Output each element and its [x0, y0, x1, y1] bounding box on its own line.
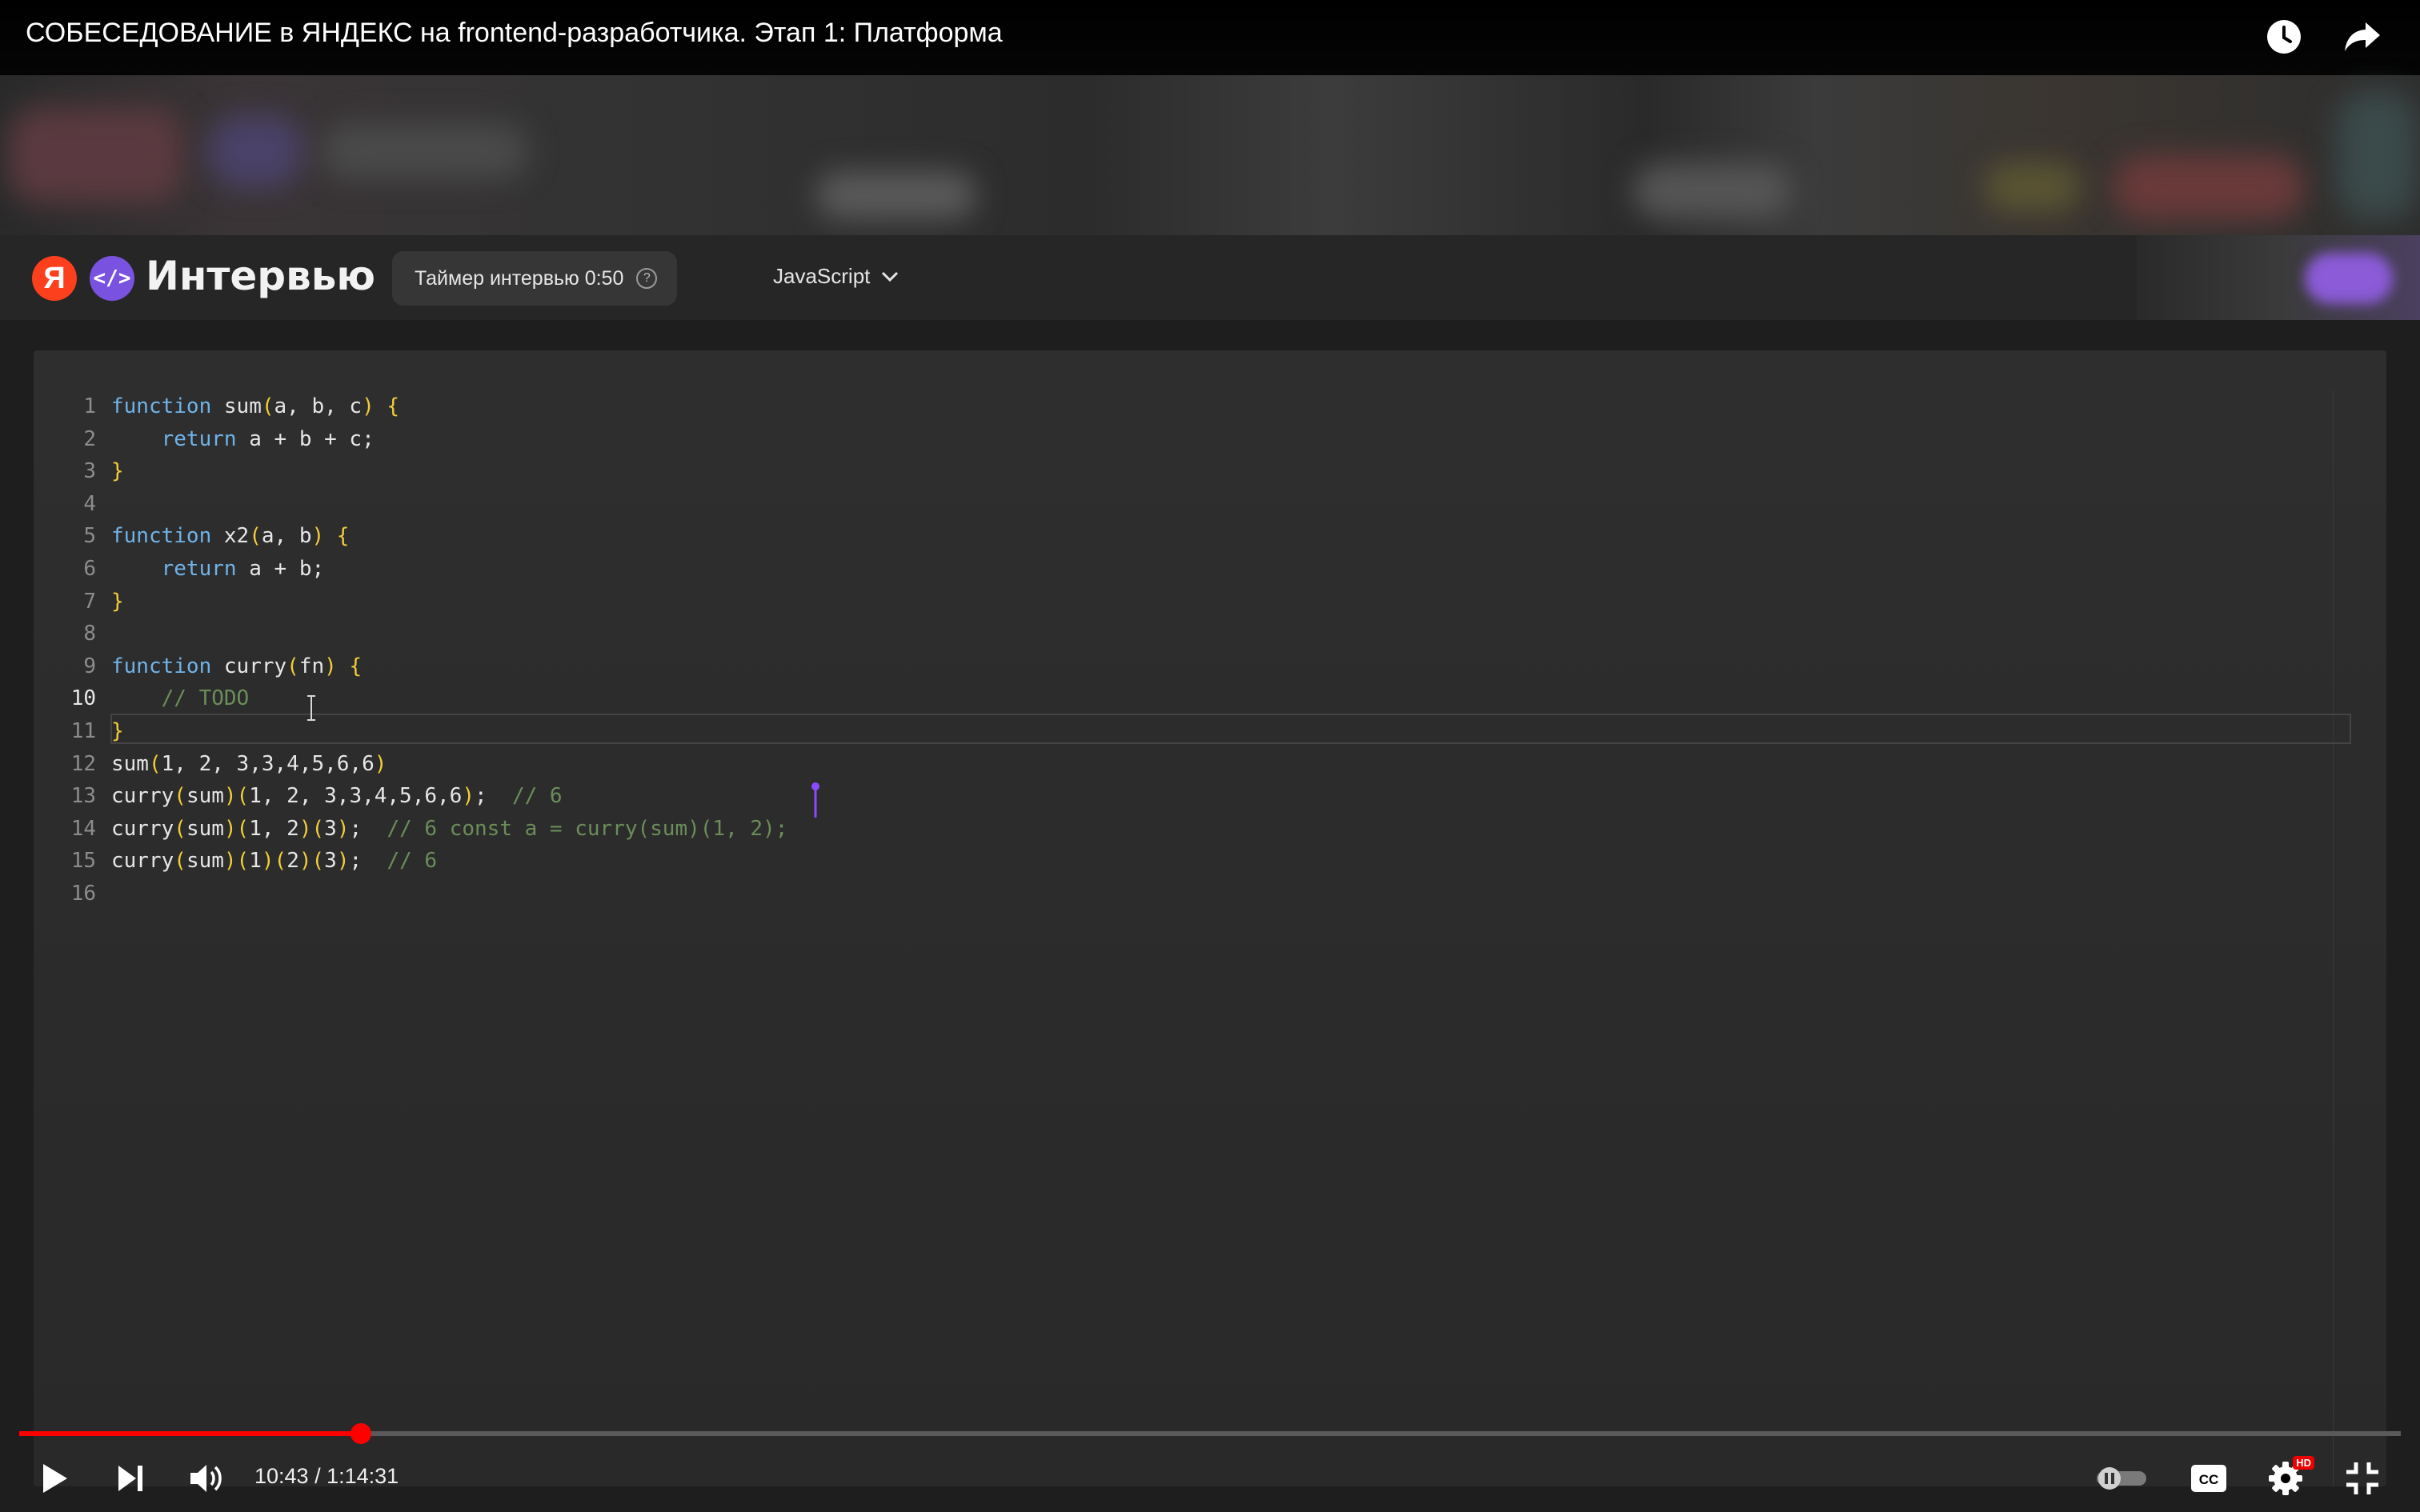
code-text[interactable]: function sum(a, b, c) {	[111, 390, 399, 423]
app-header: Я </> Интервью Таймер интервью 0:50 ? Ja…	[0, 235, 2420, 320]
line-number: 15	[70, 849, 96, 874]
workspace: 1 function sum(a, b, c) {2 return a + b +…	[0, 320, 2420, 1512]
line-number: 4	[83, 491, 96, 516]
line-number: 10	[70, 686, 96, 711]
code-line[interactable]: 11}	[34, 715, 2386, 748]
app-name: Интервью	[146, 253, 375, 299]
hd-badge: HD	[2293, 1456, 2314, 1470]
volume-icon[interactable]	[182, 1454, 230, 1502]
clock-icon[interactable]	[2262, 14, 2306, 59]
exit-fullscreen-icon[interactable]	[2338, 1454, 2386, 1502]
line-number: 13	[70, 784, 96, 809]
code-lines[interactable]: 1 function sum(a, b, c) {2 return a + b +…	[34, 390, 2386, 910]
player-controls: 10:43 / 1:14:31 CC HD	[0, 1440, 2420, 1512]
code-text[interactable]: function x2(a, b) {	[111, 520, 349, 553]
line-number: 7	[83, 589, 96, 614]
interview-timer: Таймер интервью 0:50 ?	[392, 251, 677, 306]
line-number: 1	[83, 394, 96, 418]
line-number: 6	[83, 556, 96, 581]
next-icon[interactable]	[107, 1454, 155, 1502]
line-number: 8	[83, 622, 96, 646]
blurred-video-strip	[0, 75, 2420, 235]
code-text[interactable]: // TODO	[111, 682, 250, 715]
help-icon[interactable]: ?	[636, 268, 658, 289]
code-line[interactable]: 10 // TODO	[34, 682, 2386, 715]
svg-text:CC: CC	[2199, 1472, 2219, 1487]
code-logo-icon: </>	[90, 256, 134, 301]
autoplay-toggle[interactable]	[2093, 1454, 2150, 1502]
code-line[interactable]: 3}	[34, 455, 2386, 488]
code-line[interactable]: 16	[34, 878, 2386, 910]
code-line[interactable]: 2 return a + b + c;	[34, 423, 2386, 456]
code-text[interactable]: }	[111, 715, 124, 748]
avatar	[2305, 253, 2393, 304]
line-number: 16	[70, 881, 96, 906]
code-line[interactable]: 8	[34, 618, 2386, 650]
line-number: 5	[83, 524, 96, 549]
chevron-down-icon	[882, 271, 899, 282]
settings-icon[interactable]: HD	[2262, 1454, 2314, 1502]
code-text[interactable]: return a + b + c;	[111, 423, 375, 456]
video-title-bar: СОБЕСЕДОВАНИЕ в ЯНДЕКС на frontend-разра…	[0, 0, 2420, 75]
code-line[interactable]: 6 return a + b;	[34, 553, 2386, 586]
code-editor[interactable]: 1 function sum(a, b, c) {2 return a + b +…	[34, 350, 2386, 1486]
collaborator-cursor-icon	[811, 782, 819, 818]
code-line[interactable]: 12 sum(1, 2, 3,3,4,5,6,6)	[34, 748, 2386, 781]
line-number: 3	[83, 459, 96, 484]
progress-played	[19, 1431, 362, 1436]
code-text[interactable]: curry(sum)(1, 2, 3,3,4,5,6,6); // 6	[111, 780, 563, 813]
captions-icon[interactable]: CC	[2185, 1454, 2233, 1502]
video-title[interactable]: СОБЕСЕДОВАНИЕ в ЯНДЕКС на frontend-разра…	[26, 18, 1003, 49]
yandex-logo: Я	[32, 256, 77, 301]
code-line[interactable]: 9 function curry(fn) {	[34, 650, 2386, 683]
code-text[interactable]: sum(1, 2, 3,3,4,5,6,6)	[111, 748, 387, 781]
code-line[interactable]: 14 curry(sum)(1, 2)(3); // 6 const a = cu…	[34, 813, 2386, 846]
code-text[interactable]: return a + b;	[111, 553, 325, 586]
play-icon[interactable]	[30, 1454, 78, 1502]
share-icon[interactable]	[2340, 14, 2385, 59]
code-text[interactable]: }	[111, 455, 124, 488]
line-number: 11	[70, 718, 96, 743]
code-text[interactable]: curry(sum)(1)(2)(3); // 6	[111, 845, 437, 878]
line-number: 2	[83, 426, 96, 451]
code-line[interactable]: 7}	[34, 586, 2386, 618]
line-number: 12	[70, 751, 96, 776]
code-line[interactable]: 1 function sum(a, b, c) {	[34, 390, 2386, 423]
text-cursor-icon	[307, 695, 315, 721]
code-text[interactable]: function curry(fn) {	[111, 650, 362, 683]
time-display: 10:43 / 1:14:31	[254, 1464, 399, 1488]
code-text[interactable]: }	[111, 586, 124, 618]
code-line[interactable]: 4	[34, 488, 2386, 521]
line-number: 14	[70, 816, 96, 841]
timer-label: Таймер интервью 0:50	[415, 266, 624, 290]
code-text[interactable]: curry(sum)(1, 2)(3); // 6 const a = curr…	[111, 813, 787, 846]
code-line[interactable]: 13 curry(sum)(1, 2, 3,3,4,5,6,6); // 6	[34, 780, 2386, 813]
language-select[interactable]: JavaScript	[773, 264, 899, 289]
progress-bar[interactable]	[19, 1423, 2401, 1444]
language-value: JavaScript	[773, 264, 871, 288]
line-number: 9	[83, 654, 96, 678]
code-line[interactable]: 15 curry(sum)(1)(2)(3); // 6	[34, 845, 2386, 878]
code-line[interactable]: 5 function x2(a, b) {	[34, 520, 2386, 553]
